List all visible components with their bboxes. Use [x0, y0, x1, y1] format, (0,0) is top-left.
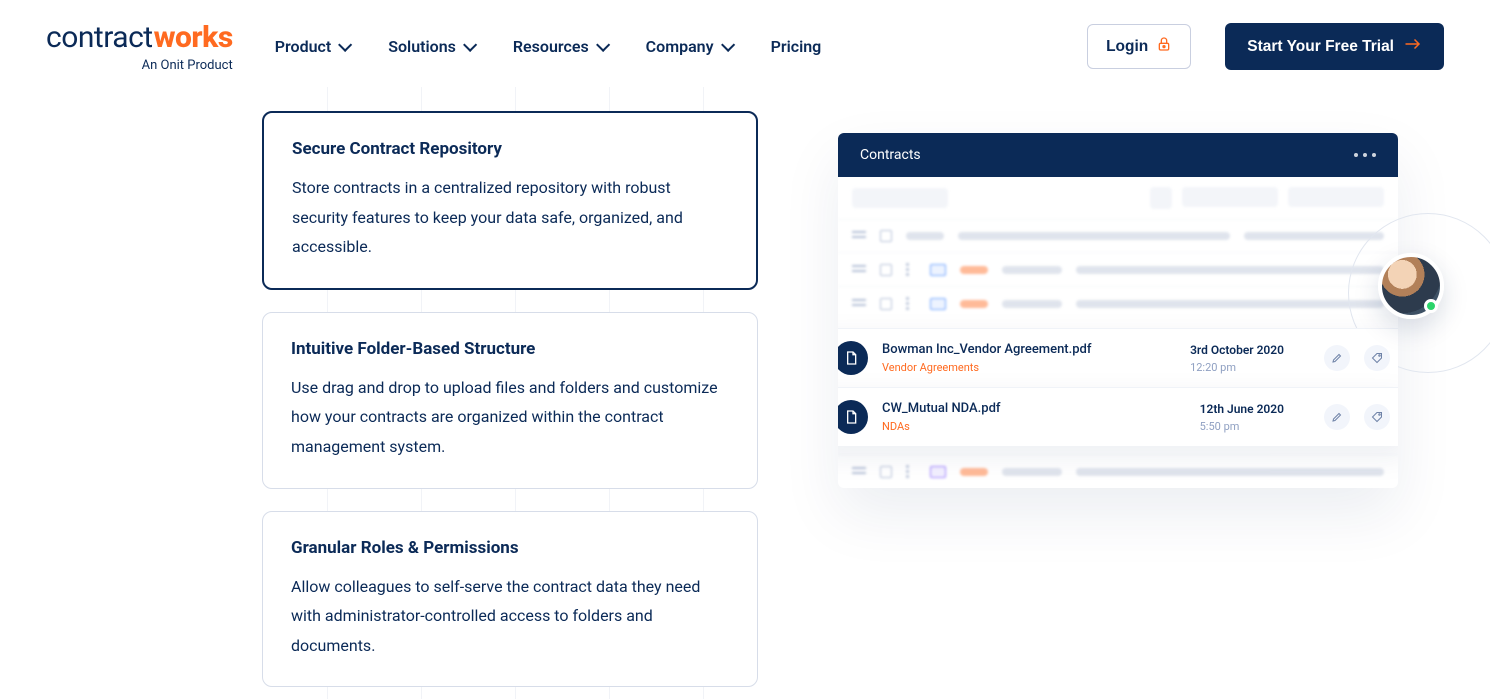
brand[interactable]: contract works An Onit Product	[46, 20, 233, 73]
folder-icon	[930, 298, 946, 310]
checkbox-icon	[880, 230, 892, 242]
nav-item-label: Product	[275, 37, 332, 56]
nav-item-label: Resources	[513, 37, 589, 56]
document-name: CW_Mutual NDA.pdf	[882, 401, 1186, 416]
status-online-icon	[1424, 299, 1438, 313]
nav-solutions[interactable]: Solutions	[388, 37, 473, 56]
panel-toolbar	[838, 177, 1398, 219]
checkbox-icon	[880, 264, 892, 276]
nav-company[interactable]: Company	[646, 37, 731, 56]
site-header: contract works An Onit Product Product S…	[0, 0, 1490, 83]
row-actions-icon	[906, 297, 916, 310]
checkbox-icon	[880, 466, 892, 478]
contracts-panel: Contracts	[838, 133, 1398, 488]
checkbox-icon	[880, 298, 892, 310]
nav-item-label: Pricing	[771, 37, 822, 56]
feature-body: Use drag and drop to upload files and fo…	[291, 373, 729, 462]
lock-icon	[1156, 36, 1172, 57]
nav-item-label: Solutions	[388, 37, 456, 56]
main-content: Secure Contract Repository Store contrac…	[0, 83, 1490, 687]
product-screenshot: Contracts	[838, 133, 1398, 488]
feature-body: Allow colleagues to self-serve the contr…	[291, 572, 729, 661]
nav-pricing[interactable]: Pricing	[771, 37, 822, 56]
table-row	[838, 454, 1398, 488]
feature-title: Intuitive Folder-Based Structure	[291, 339, 729, 359]
document-date: 3rd October 2020	[1190, 343, 1284, 357]
feature-list: Secure Contract Repository Store contrac…	[262, 111, 758, 687]
feature-card-permissions[interactable]: Granular Roles & Permissions Allow colle…	[262, 511, 758, 688]
row-actions-icon	[906, 263, 916, 276]
chevron-down-icon	[721, 37, 735, 51]
feature-body: Store contracts in a centralized reposit…	[292, 173, 728, 262]
document-category: NDAs	[882, 420, 1186, 433]
nav-item-label: Company	[646, 37, 714, 56]
more-menu-icon[interactable]	[1354, 153, 1376, 157]
drag-handle-icon	[852, 231, 866, 241]
logo-part1: contract	[46, 20, 153, 55]
document-icon	[838, 341, 868, 375]
primary-nav: Product Solutions Resources Company Pric…	[275, 37, 822, 56]
document-row[interactable]: Bowman Inc_Vendor Agreement.pdf Vendor A…	[838, 328, 1398, 387]
folder-icon	[930, 264, 946, 276]
dropdown-placeholder[interactable]	[1288, 187, 1384, 207]
feature-title: Secure Contract Repository	[292, 139, 728, 159]
user-avatar[interactable]	[1378, 253, 1444, 319]
feature-card-folders[interactable]: Intuitive Folder-Based Structure Use dra…	[262, 312, 758, 489]
tag-icon[interactable]	[1364, 404, 1390, 430]
chevron-down-icon	[596, 37, 610, 51]
cta-label: Start Your Free Trial	[1247, 38, 1394, 56]
nav-resources[interactable]: Resources	[513, 37, 606, 56]
table-row	[838, 286, 1398, 320]
dropdown-placeholder[interactable]	[852, 188, 948, 208]
document-time: 5:50 pm	[1200, 420, 1284, 433]
tag-icon[interactable]	[1364, 345, 1390, 371]
row-actions-icon	[906, 465, 916, 478]
feature-card-repository[interactable]: Secure Contract Repository Store contrac…	[262, 111, 758, 290]
chevron-down-icon	[463, 37, 477, 51]
document-name: Bowman Inc_Vendor Agreement.pdf	[882, 342, 1176, 357]
view-toggle-icon[interactable]	[1150, 187, 1172, 209]
start-trial-button[interactable]: Start Your Free Trial	[1225, 23, 1444, 70]
drag-handle-icon	[852, 265, 866, 275]
table-row	[838, 252, 1398, 286]
document-category: Vendor Agreements	[882, 361, 1176, 374]
logo-part2: works	[154, 20, 233, 55]
chevron-down-icon	[338, 37, 352, 51]
folder-icon	[930, 466, 946, 478]
login-button[interactable]: Login	[1087, 24, 1191, 69]
document-icon	[838, 400, 868, 434]
feature-title: Granular Roles & Permissions	[291, 538, 729, 558]
panel-header: Contracts	[838, 133, 1398, 177]
dropdown-placeholder[interactable]	[1182, 187, 1278, 207]
brand-sub: An Onit Product	[46, 58, 233, 73]
edit-icon[interactable]	[1324, 404, 1350, 430]
document-row[interactable]: CW_Mutual NDA.pdf NDAs 12th June 2020 5:…	[838, 387, 1398, 446]
drag-handle-icon	[852, 299, 866, 309]
login-label: Login	[1106, 38, 1148, 56]
arrow-right-icon	[1404, 36, 1422, 57]
edit-icon[interactable]	[1324, 345, 1350, 371]
document-time: 12:20 pm	[1190, 361, 1284, 374]
nav-product[interactable]: Product	[275, 37, 349, 56]
drag-handle-icon	[852, 467, 866, 477]
document-date: 12th June 2020	[1200, 402, 1284, 416]
panel-title: Contracts	[860, 147, 921, 163]
table-row	[838, 219, 1398, 252]
